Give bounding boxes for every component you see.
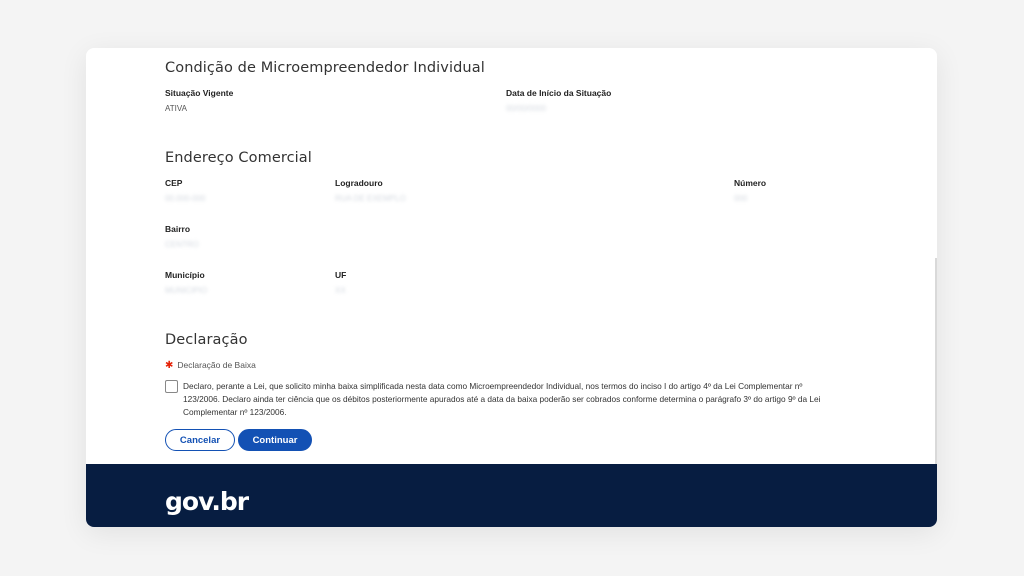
required-field-label: ✱ Declaração de Baixa xyxy=(165,360,256,371)
bairro-label: Bairro xyxy=(165,224,191,234)
declaracao-text: Declaro, perante a Lei, que solicito min… xyxy=(183,381,821,417)
municipio-label: Município xyxy=(165,270,205,280)
continue-button[interactable]: Continuar xyxy=(238,429,312,451)
section-title-endereco: Endereço Comercial xyxy=(165,150,312,166)
numero-label: Número xyxy=(734,178,767,188)
declaracao-baixa-label: Declaração de Baixa xyxy=(177,360,256,370)
situacao-label: Situação Vigente xyxy=(165,88,234,98)
cep-label: CEP xyxy=(165,178,183,188)
footer: gov.br xyxy=(86,464,937,527)
govbr-logo[interactable]: gov.br xyxy=(165,487,249,516)
required-asterisk-icon: ✱ xyxy=(165,360,174,371)
numero-value: 000 xyxy=(734,194,748,203)
section-title-mei: Condição de Microempreendedor Individual xyxy=(165,60,485,76)
uf-value: XX xyxy=(335,286,346,295)
data-inicio-label: Data de Início da Situação xyxy=(506,88,612,98)
scrollbar[interactable] xyxy=(935,258,937,464)
data-inicio-value: 00/00/0000 xyxy=(506,104,547,113)
cancel-button[interactable]: Cancelar xyxy=(165,429,235,451)
municipio-value: MUNICIPIO xyxy=(165,286,208,295)
logradouro-value: RUA DE EXEMPLO xyxy=(335,194,406,203)
bairro-value: CENTRO xyxy=(165,240,199,249)
uf-label: UF xyxy=(335,270,347,280)
declaracao-checkbox[interactable] xyxy=(165,380,178,393)
logradouro-label: Logradouro xyxy=(335,178,383,188)
cep-value: 00.000-000 xyxy=(165,194,206,203)
main-card: Condição de Microempreendedor Individual… xyxy=(86,48,937,527)
situacao-value: ATIVA xyxy=(165,104,187,113)
section-title-declaracao: Declaração xyxy=(165,332,248,348)
